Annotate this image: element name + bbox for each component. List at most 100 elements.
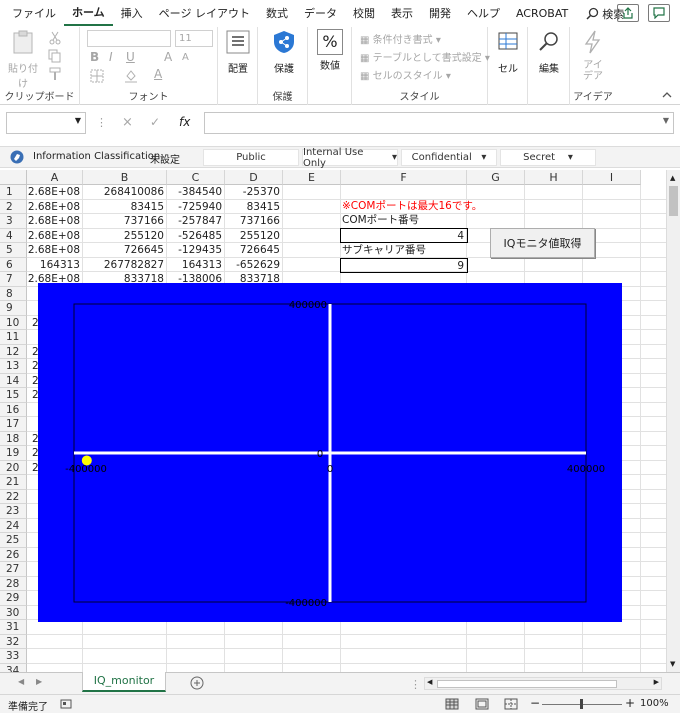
table-cell[interactable]: 255120: [225, 229, 283, 244]
table-cell[interactable]: -526485: [167, 229, 225, 244]
column-header[interactable]: D: [225, 170, 283, 185]
conditional-format-button[interactable]: ▦ 条件付き書式 ▾: [360, 31, 441, 46]
italic-button[interactable]: I: [109, 50, 113, 64]
menu-file[interactable]: ファイル: [4, 0, 64, 27]
table-cell[interactable]: 268410086: [83, 185, 167, 200]
row-header[interactable]: 19: [0, 446, 27, 461]
row-header[interactable]: 13: [0, 359, 27, 374]
menu-help[interactable]: ヘルプ: [459, 0, 508, 27]
format-as-table-button[interactable]: ▦ テーブルとして書式設定 ▾: [360, 49, 490, 64]
formula-input[interactable]: ▼: [204, 112, 674, 134]
scroll-down-icon[interactable]: ▼: [670, 660, 675, 668]
column-header[interactable]: F: [341, 170, 467, 185]
table-cell[interactable]: -25370: [225, 185, 283, 200]
macro-record-icon[interactable]: [60, 698, 72, 710]
protect-button[interactable]: 保護: [268, 29, 300, 75]
format-painter-icon[interactable]: [48, 67, 62, 81]
table-cell[interactable]: 737166: [83, 214, 167, 229]
table-cell[interactable]: 2.68E+08: [27, 200, 83, 215]
row-header[interactable]: 6: [0, 257, 27, 272]
row-header[interactable]: 27: [0, 562, 27, 577]
table-cell[interactable]: -257847: [167, 214, 225, 229]
row-header[interactable]: 10: [0, 315, 27, 330]
confirm-button[interactable]: ✓: [150, 115, 160, 129]
scroll-thumb[interactable]: [669, 186, 678, 216]
table-cell[interactable]: 83415: [83, 200, 167, 215]
row-header[interactable]: 16: [0, 402, 27, 417]
name-box[interactable]: ▼: [6, 112, 86, 134]
subcarrier-input[interactable]: 9: [340, 258, 468, 273]
scroll-up-icon[interactable]: ▲: [670, 174, 675, 182]
table-cell[interactable]: -725940: [167, 200, 225, 215]
shrink-font-button[interactable]: A: [182, 52, 189, 63]
row-header[interactable]: 17: [0, 417, 27, 432]
row-header[interactable]: 11: [0, 330, 27, 345]
row-header[interactable]: 18: [0, 431, 27, 446]
expand-formula-icon[interactable]: ▼: [663, 116, 669, 125]
add-sheet-icon[interactable]: [190, 676, 204, 690]
row-header[interactable]: 23: [0, 504, 27, 519]
table-cell[interactable]: 726645: [83, 243, 167, 258]
vertical-scrollbar[interactable]: ▲ ▼: [666, 170, 680, 672]
column-header[interactable]: E: [283, 170, 341, 185]
insert-function-button[interactable]: fx: [179, 115, 190, 129]
secret-button[interactable]: Secret ▾: [500, 149, 596, 166]
row-header[interactable]: 30: [0, 605, 27, 620]
row-header[interactable]: 34: [0, 663, 27, 672]
font-size-select[interactable]: 11: [175, 30, 213, 47]
row-header[interactable]: 15: [0, 388, 27, 403]
public-button[interactable]: Public: [203, 149, 299, 166]
row-header[interactable]: 26: [0, 547, 27, 562]
cells-button[interactable]: セル: [493, 29, 523, 75]
cell-styles-button[interactable]: ▦ セルのスタイル ▾: [360, 67, 451, 82]
table-cell[interactable]: 2.68E+08: [27, 243, 83, 258]
fill-color-icon[interactable]: [124, 69, 138, 83]
row-header[interactable]: 22: [0, 489, 27, 504]
confidential-button[interactable]: Confidential ▾: [401, 149, 497, 166]
table-cell[interactable]: -652629: [225, 258, 283, 273]
row-header[interactable]: 3: [0, 214, 27, 229]
bold-button[interactable]: B: [90, 50, 99, 64]
row-header[interactable]: 5: [0, 243, 27, 258]
table-cell[interactable]: 164313: [167, 258, 225, 273]
row-header[interactable]: 21: [0, 475, 27, 490]
table-cell[interactable]: 83415: [225, 200, 283, 215]
menu-acrobat[interactable]: ACROBAT: [508, 0, 576, 27]
copy-icon[interactable]: [48, 49, 62, 63]
row-header[interactable]: 14: [0, 373, 27, 388]
paste-button[interactable]: 貼り付け: [8, 29, 38, 90]
row-header[interactable]: 7: [0, 272, 27, 287]
menu-insert[interactable]: 挿入: [113, 0, 151, 27]
borders-icon[interactable]: [90, 69, 104, 83]
row-header[interactable]: 29: [0, 591, 27, 606]
page-break-view-icon[interactable]: [504, 698, 518, 710]
row-header[interactable]: 32: [0, 634, 27, 649]
menu-page-layout[interactable]: ページ レイアウト: [151, 0, 258, 27]
row-header[interactable]: 12: [0, 344, 27, 359]
editing-button[interactable]: 編集: [534, 29, 564, 75]
menu-view[interactable]: 表示: [383, 0, 421, 27]
table-cell[interactable]: 255120: [83, 229, 167, 244]
comments-button[interactable]: [648, 4, 670, 22]
alignment-button[interactable]: 配置: [223, 29, 253, 75]
internal-use-button[interactable]: Internal Use Only ▾: [302, 147, 398, 169]
menu-formulas[interactable]: 数式: [258, 0, 296, 27]
next-sheet-icon[interactable]: ▶: [36, 677, 42, 686]
table-cell[interactable]: 267782827: [83, 258, 167, 273]
zoom-level[interactable]: 100%: [640, 698, 669, 709]
menu-home[interactable]: ホーム: [64, 1, 113, 26]
column-header[interactable]: A: [27, 170, 83, 185]
row-header[interactable]: 20: [0, 460, 27, 475]
row-header[interactable]: 1: [0, 185, 27, 200]
table-cell[interactable]: -129435: [167, 243, 225, 258]
prev-sheet-icon[interactable]: ◀: [18, 677, 24, 686]
collapse-ribbon-icon[interactable]: [662, 91, 672, 99]
table-cell[interactable]: 726645: [225, 243, 283, 258]
row-header[interactable]: 2: [0, 199, 27, 214]
row-header[interactable]: 25: [0, 533, 27, 548]
normal-view-icon[interactable]: [445, 698, 459, 710]
row-header[interactable]: 31: [0, 620, 27, 635]
row-header[interactable]: 24: [0, 518, 27, 533]
column-header[interactable]: G: [467, 170, 525, 185]
chevron-down-icon[interactable]: ▼: [75, 116, 81, 125]
